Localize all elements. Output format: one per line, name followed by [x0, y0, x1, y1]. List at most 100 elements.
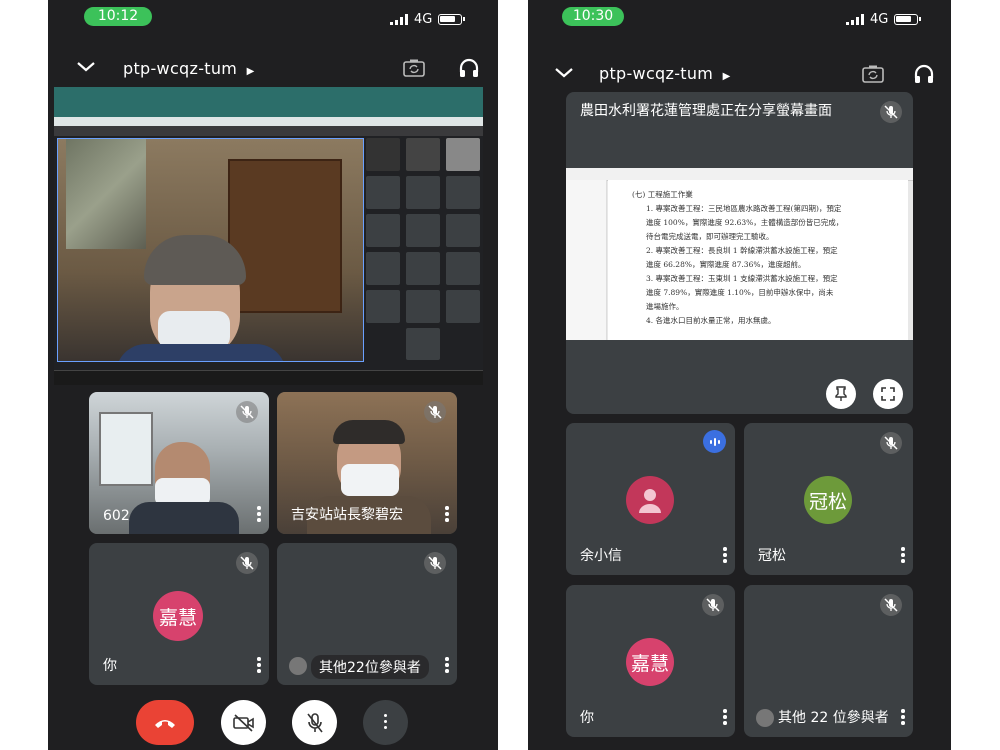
more-vert-icon[interactable] — [257, 657, 261, 675]
participant-name: 其他22位參與者 — [311, 655, 429, 679]
mic-toggle-button[interactable] — [292, 700, 337, 745]
caret-right-icon: ▶ — [246, 66, 255, 77]
chevron-down-icon[interactable] — [554, 66, 574, 80]
mic-off-icon — [702, 594, 724, 616]
desktop-bottom-bar — [54, 370, 483, 385]
small-avatar — [756, 709, 774, 727]
grid-thumb — [446, 214, 480, 247]
pin-icon — [835, 386, 847, 401]
doc-line: 2. 專案改善工程：長良圳 1 幹線滯洪蓄水設施工程，預定 — [646, 246, 838, 255]
more-vert-icon[interactable] — [901, 547, 905, 565]
doc-line: 1. 專案改善工程：三民地區農水路改善工程(第四期)，預定 — [646, 204, 842, 213]
grid-thumb — [366, 252, 400, 285]
doc-page: (七) 工程施工作業 1. 專案改善工程：三民地區農水路改善工程(第四期)，預定… — [608, 180, 908, 340]
participant-tile[interactable]: 余小信 — [566, 423, 735, 575]
others-tile[interactable]: 其他 22 位參與者 — [744, 585, 913, 737]
grid-thumb — [406, 138, 440, 171]
participant-tile[interactable]: 602 — [89, 392, 269, 534]
doc-line: 進度 7.89%，實際進度 1.10%，目前申辦水保中，尚未 — [646, 288, 834, 297]
main-video-feed — [57, 138, 364, 362]
more-vert-icon[interactable] — [723, 547, 727, 565]
person-body — [129, 502, 239, 534]
doc-heading: (七) 工程施工作業 — [632, 190, 693, 199]
more-vert-icon[interactable] — [901, 709, 905, 727]
grid-thumb — [446, 290, 480, 323]
more-vert-icon — [383, 713, 388, 732]
grid-thumb — [446, 176, 480, 209]
person-body — [116, 344, 286, 361]
headphones-icon[interactable] — [913, 64, 935, 84]
meeting-code: ptp-wcqz-tum — [599, 64, 714, 83]
battery-icon — [438, 14, 466, 25]
signal-icon — [846, 14, 864, 25]
person-hair — [333, 420, 405, 444]
grid-thumb — [406, 328, 440, 360]
mic-off-icon — [236, 401, 258, 423]
presentation-tile[interactable]: 農田水利署花蓮管理處正在分享螢幕畫面 (七) 工程施工作業 1. 專案改善工程：… — [566, 92, 913, 414]
video-off-icon — [232, 713, 254, 732]
participant-name: 吉安站站長黎碧宏 — [291, 507, 403, 523]
fullscreen-icon — [881, 387, 895, 401]
window — [99, 412, 153, 486]
fullscreen-button[interactable] — [873, 379, 903, 409]
mic-off-icon — [880, 594, 902, 616]
participant-name: 冠松 — [758, 548, 786, 564]
grid-thumb — [366, 138, 400, 171]
participant-name: 你 — [580, 710, 594, 726]
network-type: 4G — [870, 12, 889, 27]
shared-document: (七) 工程施工作業 1. 專案改善工程：三民地區農水路改善工程(第四期)，預定… — [566, 168, 913, 340]
small-avatar — [289, 657, 307, 675]
avatar: 嘉慧 — [153, 591, 203, 641]
browser-bar — [54, 87, 483, 117]
status-indicators: 4G — [846, 12, 922, 27]
status-time: 10:12 — [84, 7, 152, 26]
doc-line: 進場施作。 — [646, 302, 684, 311]
grid-thumb — [366, 290, 400, 323]
status-time: 10:30 — [562, 7, 624, 26]
chevron-down-icon[interactable] — [76, 60, 96, 74]
mic-off-icon — [880, 432, 902, 454]
presenting-label: 農田水利署花蓮管理處正在分享螢幕畫面 — [580, 103, 832, 119]
more-vert-icon[interactable] — [445, 657, 449, 675]
doc-sidebar — [566, 180, 607, 340]
doc-line: 進度 66.28%，實際進度 87.36%，進度超前。 — [646, 260, 806, 269]
meeting-code: ptp-wcqz-tum — [123, 59, 238, 78]
speaking-indicator — [703, 430, 726, 453]
meeting-title[interactable]: ptp-wcqz-tum ▶ — [123, 59, 255, 78]
grid-thumb — [366, 214, 400, 247]
person-mask — [341, 464, 399, 496]
caret-right-icon: ▶ — [722, 71, 731, 82]
right-phone-screen: 10:30 4G ptp-wcqz-tum ▶ 農田水利署花蓮管理處正在分享螢幕… — [528, 0, 951, 750]
participant-name: 602 — [103, 508, 130, 524]
phone-hangup-icon — [155, 719, 175, 728]
participant-tile[interactable]: 吉安站站長黎碧宏 — [277, 392, 457, 534]
headphones-icon[interactable] — [458, 58, 480, 78]
participant-tile[interactable]: 冠松 冠松 — [744, 423, 913, 575]
speaking-icon — [709, 437, 720, 446]
more-options-button[interactable] — [363, 700, 408, 745]
grid-thumb — [366, 176, 400, 209]
camera-toggle-button[interactable] — [221, 700, 266, 745]
meeting-title[interactable]: ptp-wcqz-tum ▶ — [599, 64, 731, 83]
more-vert-icon[interactable] — [445, 506, 449, 524]
end-call-button[interactable] — [136, 700, 194, 745]
others-tile[interactable]: 其他22位參與者 — [277, 543, 457, 685]
more-vert-icon[interactable] — [257, 506, 261, 524]
network-type: 4G — [414, 12, 433, 27]
avatar: 冠松 — [804, 476, 852, 524]
self-tile[interactable]: 嘉慧 你 — [566, 585, 735, 737]
grid-thumb — [446, 252, 480, 285]
doc-line: 3. 專案改善工程：玉東圳 1 支線滯洪蓄水設施工程，預定 — [646, 274, 838, 283]
browser-toolbar — [54, 117, 483, 126]
person-icon — [639, 489, 661, 513]
camera-switch-icon[interactable] — [402, 58, 426, 78]
pin-button[interactable] — [826, 379, 856, 409]
status-indicators: 4G — [390, 12, 466, 27]
mic-off-icon — [880, 101, 902, 123]
camera-switch-icon[interactable] — [861, 64, 885, 84]
self-tile[interactable]: 嘉慧 你 — [89, 543, 269, 685]
doc-line: 4. 各進水口目前水量正常，用水無虞。 — [646, 316, 776, 325]
left-phone-screen: 10:12 4G ptp-wcqz-tum ▶ 602 吉安站站長黎碧宏 嘉慧 … — [48, 0, 498, 750]
doc-line: 進度 100%，實際進度 92.63%，主體構造部份皆已完成， — [646, 218, 844, 227]
more-vert-icon[interactable] — [723, 709, 727, 727]
